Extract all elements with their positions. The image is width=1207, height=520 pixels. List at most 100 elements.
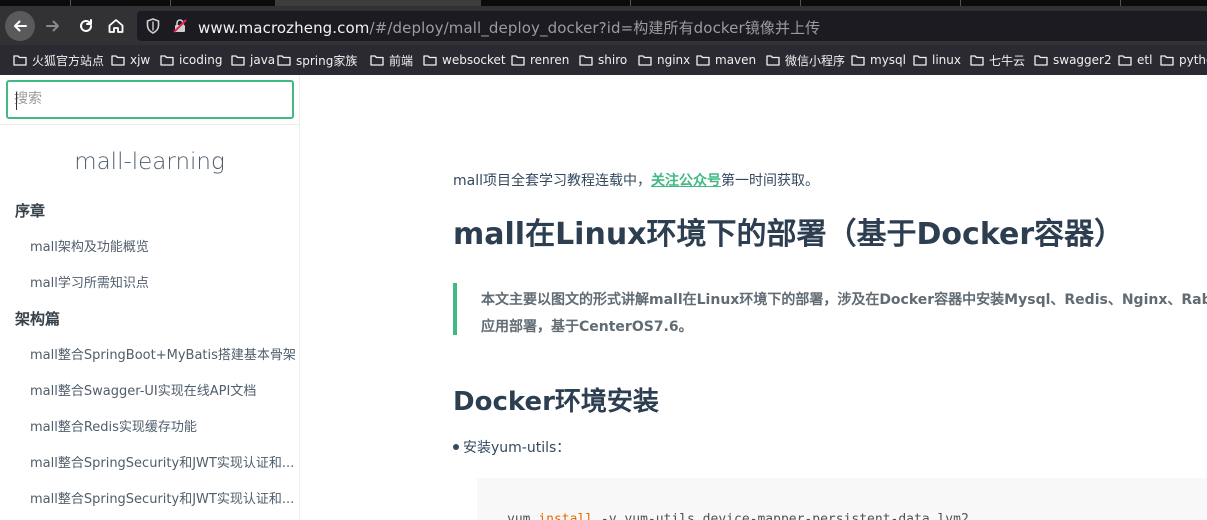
bookmark-item[interactable]: 火狐官方站点 (13, 52, 104, 68)
folder-icon (638, 55, 652, 66)
url-text[interactable]: www.macrozheng.com/#/deploy/mall_deploy_… (198, 17, 820, 38)
intro-suffix: 第一时间获取。 (721, 173, 819, 189)
bookmark-item[interactable]: linux (913, 52, 961, 68)
url-path: /#/deploy/mall_deploy_docker?id=构建所有dock… (369, 19, 821, 37)
sidebar-item[interactable]: mall整合SpringSecurity和JWT实现认证和... (30, 488, 294, 507)
sidebar-item[interactable]: mall整合SpringSecurity和JWT实现认证和... (30, 452, 294, 471)
folder-icon (1118, 55, 1132, 66)
bookmark-label: websocket (442, 53, 506, 67)
sidebar-item[interactable]: mall学习所需知识点 (30, 272, 149, 291)
folder-icon (277, 55, 291, 66)
folder-icon (1034, 55, 1048, 66)
bookmark-label: 火狐官方站点 (32, 53, 105, 68)
code-keyword: install (538, 512, 594, 520)
forward-arrow-icon (46, 20, 59, 32)
bookmark-label: etl (1137, 53, 1153, 67)
home-button[interactable] (101, 11, 131, 41)
folder-icon (851, 55, 865, 66)
sidebar: 搜索 mall-learning 序章 mall架构及功能概览 mall学习所需… (0, 75, 300, 520)
blockquote-line: 本文主要以图文的形式讲解mall在Linux环境下的部署，涉及在Docker容器… (481, 292, 1207, 308)
bookmark-item[interactable]: swagger2 (1034, 52, 1112, 68)
bookmark-label: renren (530, 53, 570, 67)
bookmark-label: linux (932, 53, 961, 67)
sidebar-item[interactable]: mall整合Swagger-UI实现在线API文档 (30, 380, 256, 399)
url-bar[interactable]: www.macrozheng.com/#/deploy/mall_deploy_… (137, 11, 1207, 41)
sidebar-section-title: 架构篇 (15, 310, 61, 328)
section-heading: Docker环境安装 (453, 387, 659, 417)
folder-icon (1160, 55, 1174, 66)
bookmark-label: python (1179, 53, 1207, 67)
bookmark-label: java (250, 53, 276, 67)
bookmark-item[interactable]: 前端 (370, 52, 413, 68)
reload-button[interactable] (71, 11, 101, 41)
folder-icon (111, 55, 125, 66)
search-placeholder: 搜索 (14, 91, 42, 107)
code-block: yum install -y yum-utils device-mapper-p… (477, 478, 1207, 520)
code-command: yum (507, 512, 539, 520)
bookmark-label: swagger2 (1053, 53, 1112, 67)
app-name[interactable]: mall-learning (0, 149, 299, 175)
sidebar-item[interactable]: mall整合Redis实现缓存功能 (30, 416, 197, 435)
blockquote-line: 应用部署，基于CenterOS7.6。 (481, 319, 693, 335)
home-icon (108, 19, 124, 33)
bookmark-item[interactable]: java (231, 52, 275, 68)
bookmark-item[interactable]: websocket (423, 52, 506, 68)
folder-icon (766, 55, 780, 66)
bookmark-item[interactable]: maven (696, 52, 756, 68)
bookmark-label: 前端 (389, 53, 414, 68)
bookmark-label: nginx (657, 53, 691, 67)
folder-icon (423, 55, 437, 66)
folder-icon (970, 55, 984, 66)
bookmark-label: shiro (598, 53, 628, 67)
bookmark-item[interactable]: 七牛云 (970, 52, 1025, 68)
follow-account-link[interactable]: 关注公众号 (651, 173, 721, 189)
folder-icon (913, 55, 927, 66)
bookmark-item[interactable]: icoding (160, 52, 222, 68)
bookmark-label: 七牛云 (989, 53, 1026, 68)
folder-icon (231, 55, 245, 66)
bookmarks-toolbar: 火狐官方站点 xjw icoding java spring家族 前端 websocket r… (0, 45, 1207, 75)
shield-icon[interactable] (146, 18, 160, 34)
back-arrow-icon (14, 20, 27, 32)
bookmark-label: icoding (179, 53, 223, 67)
text-cursor (16, 92, 17, 110)
page-title: mall在Linux环境下的部署（基于Docker容器） (453, 217, 1125, 252)
folder-icon (579, 55, 593, 66)
blockquote-text: 本文主要以图文的形式讲解mall在Linux环境下的部署，涉及在Docker容器… (481, 287, 1207, 341)
sidebar-item[interactable]: mall整合SpringBoot+MyBatis搭建基本骨架 (30, 344, 296, 363)
folder-icon (13, 55, 27, 66)
bookmark-item[interactable]: nginx (638, 52, 690, 68)
bookmark-label: mysql (870, 53, 906, 67)
bookmark-label: xjw (130, 53, 151, 67)
bookmark-label: 微信小程序 (785, 53, 846, 68)
intro-prefix: mall项目全套学习教程连载中， (453, 173, 651, 189)
bookmark-item[interactable]: spring家族 (277, 52, 357, 68)
sidebar-item[interactable]: mall架构及功能概览 (30, 236, 149, 255)
main-content: mall项目全套学习教程连载中，关注公众号第一时间获取。 mall在Linux环… (300, 75, 1207, 520)
bookmark-item[interactable]: python (1160, 52, 1207, 68)
blockquote: 本文主要以图文的形式讲解mall在Linux环境下的部署，涉及在Docker容器… (453, 283, 1207, 335)
forward-button[interactable] (38, 11, 68, 41)
folder-icon (160, 55, 174, 66)
intro-paragraph: mall项目全套学习教程连载中，关注公众号第一时间获取。 (453, 170, 819, 190)
search-input[interactable]: 搜索 (6, 80, 294, 119)
bookmark-item[interactable]: renren (511, 52, 569, 68)
bookmark-item[interactable]: mysql (851, 52, 906, 68)
list-item: 安装yum-utils： (452, 437, 570, 457)
bookmark-item[interactable]: etl (1118, 52, 1152, 68)
bookmark-item[interactable]: xjw (111, 52, 150, 68)
bookmark-label: maven (715, 53, 757, 67)
folder-icon (370, 55, 384, 66)
insecure-lock-icon[interactable] (172, 18, 188, 34)
bookmark-label: spring家族 (296, 53, 358, 68)
navigation-toolbar: www.macrozheng.com/#/deploy/mall_deploy_… (0, 6, 1207, 45)
bookmark-item[interactable]: shiro (579, 52, 627, 68)
folder-icon (511, 55, 525, 66)
url-host: www.macrozheng.com (198, 19, 370, 37)
back-button[interactable] (5, 11, 35, 41)
folder-icon (696, 55, 710, 66)
bookmark-item[interactable]: 微信小程序 (766, 52, 845, 68)
code-line: yum install -y yum-utils device-mapper-p… (507, 512, 969, 520)
search-container: 搜索 (0, 75, 299, 125)
reload-icon (80, 19, 92, 32)
